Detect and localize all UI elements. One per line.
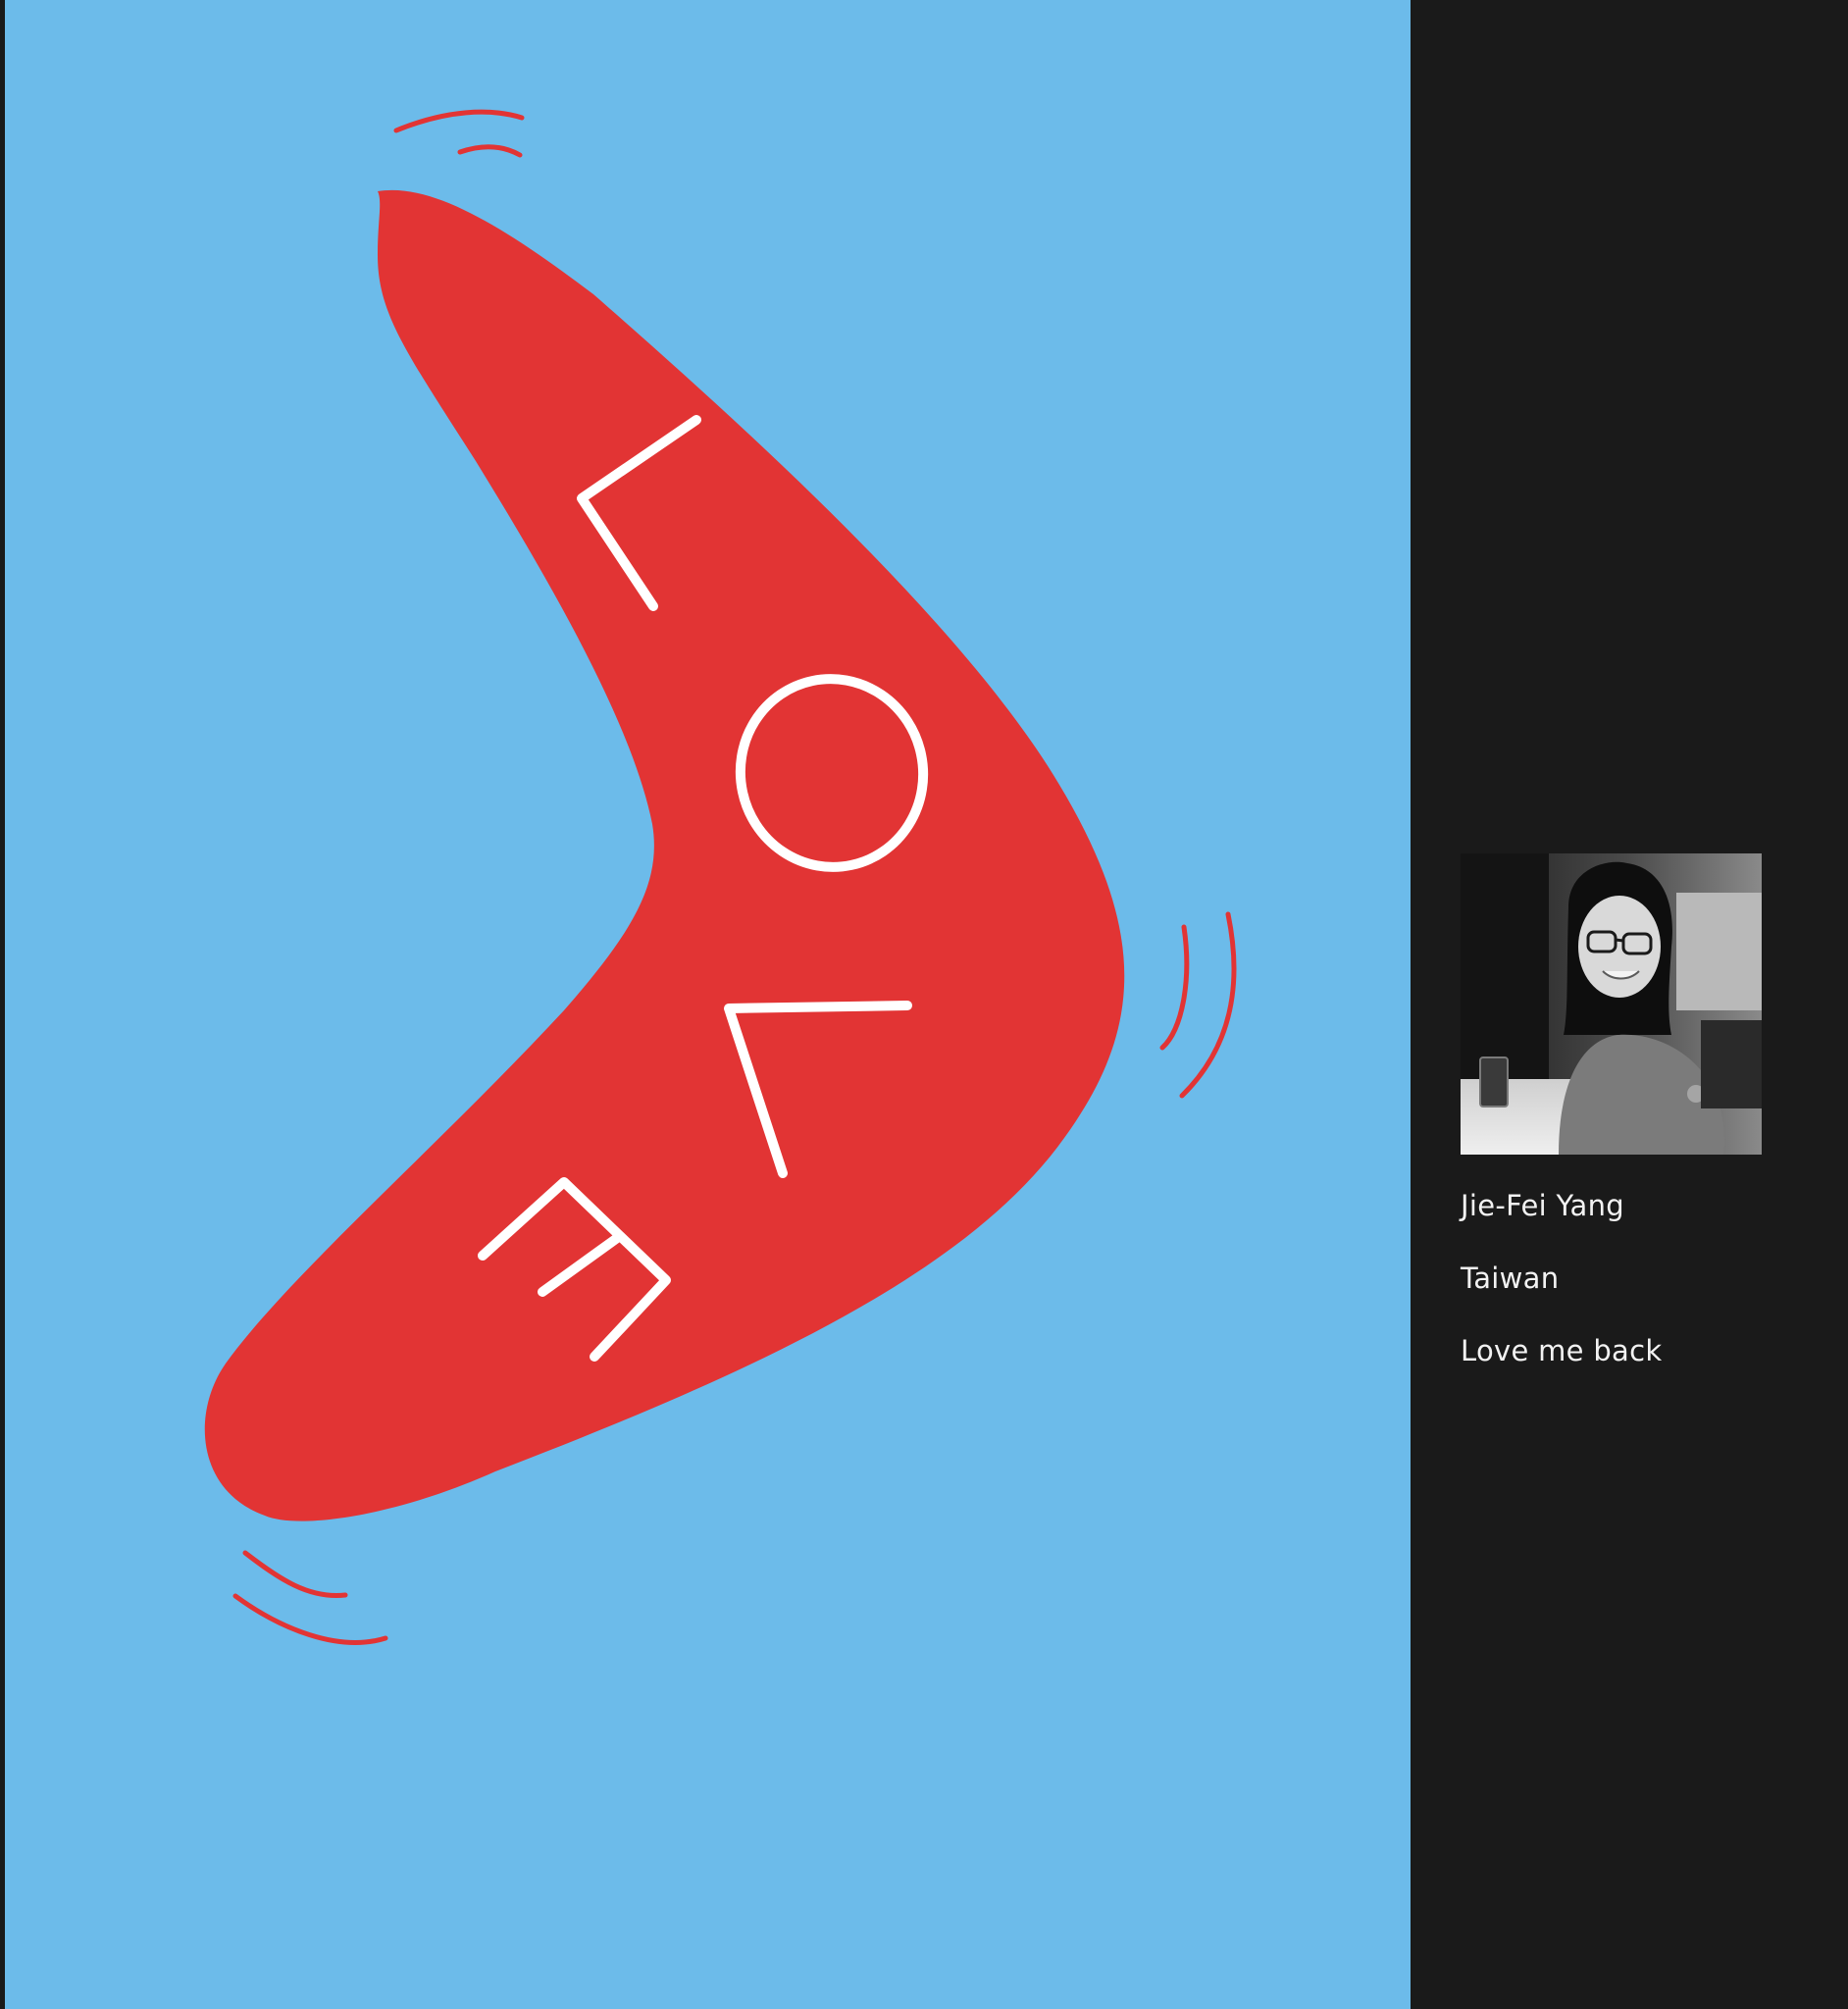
artist-name: Jie-Fei Yang	[1461, 1189, 1625, 1222]
portrait-photo	[1461, 853, 1762, 1155]
artist-info-sidebar: Jie-Fei Yang Taiwan Love me back	[1411, 0, 1848, 2009]
artwork-canvas	[5, 0, 1411, 2009]
artwork-poster[interactable]	[5, 0, 1411, 2009]
artwork-title: Love me back	[1461, 1334, 1663, 1367]
artist-country: Taiwan	[1461, 1262, 1560, 1295]
artist-portrait[interactable]	[1461, 853, 1762, 1155]
photo-glass	[1479, 1056, 1509, 1108]
gallery-entry-page: Jie-Fei Yang Taiwan Love me back	[0, 0, 1848, 2009]
photo-background-person	[1701, 1020, 1762, 1108]
photo-window	[1676, 893, 1762, 1010]
photo-face	[1578, 896, 1661, 998]
